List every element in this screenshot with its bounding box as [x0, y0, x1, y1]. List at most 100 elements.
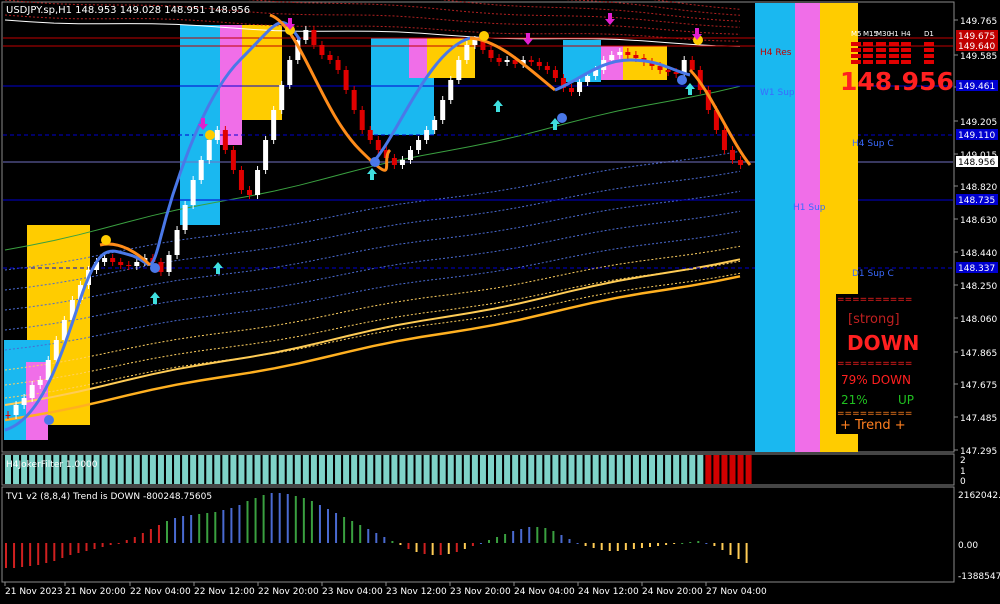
candle-body [230, 150, 236, 170]
candle-body [375, 140, 381, 150]
timeframe-bar [876, 42, 886, 46]
tv1-bar [689, 542, 692, 543]
candle-body [5, 415, 11, 416]
joker-bar [713, 455, 720, 484]
tv1-histogram [5, 493, 748, 568]
up-arrow [367, 168, 377, 180]
time-tick: 22 Nov 20:00 [258, 587, 319, 597]
joker-bar [310, 455, 317, 484]
tv1-bar [536, 527, 539, 543]
tv1-bar [222, 510, 225, 543]
joker-bar [496, 455, 503, 484]
tv1-bar [608, 543, 611, 551]
candle-body [13, 405, 19, 415]
joker-bar [431, 455, 438, 484]
tv1-tick: 0.00 [958, 541, 978, 551]
big-price: 148.956 [840, 67, 954, 96]
tv1-bar [133, 537, 136, 543]
candle-body [238, 170, 244, 190]
tv1-axis: 2162042.9 0.00 -1388547.1 [958, 491, 1000, 582]
joker-bar [640, 455, 647, 484]
timeframe-bar [924, 42, 934, 46]
joker-bar [375, 455, 382, 484]
trading-chart-window[interactable]: USDJPY.sp,H1 148.953 149.028 148.951 148… [0, 0, 1000, 600]
tv1-bar [713, 543, 716, 546]
timeframe-bar [901, 48, 911, 52]
tv1-bar [278, 493, 281, 543]
candle-body [536, 62, 542, 66]
tv1-bar [198, 514, 201, 543]
tv1-bar [93, 543, 96, 549]
joker-bar [576, 455, 583, 484]
level-tag: 149.640 [958, 42, 995, 52]
zone-box [409, 38, 427, 78]
tv1-bar [270, 493, 273, 543]
timeframe-bar [851, 42, 861, 46]
joker-bar [552, 455, 559, 484]
tv1-bar [520, 529, 523, 543]
joker-bar [600, 455, 607, 484]
joker-bar [190, 455, 197, 484]
timeframe-bars [851, 42, 934, 64]
direction-label: DOWN [847, 331, 919, 355]
tv1-bar [721, 543, 724, 550]
candle-body [464, 45, 470, 60]
joker-bar [504, 455, 511, 484]
bias-bar-pink [795, 3, 820, 452]
joker-tick: 1 [960, 467, 966, 477]
tv1-bar [254, 498, 257, 543]
joker-bar [568, 455, 575, 484]
joker-bar [665, 455, 672, 484]
lower-band [4, 272, 741, 399]
joker-bar [294, 455, 301, 484]
up-label: UP [898, 393, 914, 407]
signal-dot [370, 157, 380, 167]
candle-body [448, 80, 454, 100]
down-arrow [605, 13, 615, 25]
timeframe-bar [863, 48, 873, 52]
chart-canvas[interactable]: USDJPY.sp,H1 148.953 149.028 148.951 148… [0, 0, 1000, 600]
joker-bar [536, 455, 543, 484]
time-tick: 24 Nov 12:00 [578, 587, 639, 597]
time-tick: 21 Nov 20:00 [65, 587, 126, 597]
joker-tick: 2 [960, 456, 966, 466]
tv1-bar [190, 515, 193, 543]
tv1-bar [729, 543, 732, 555]
price-tick: 147.675 [960, 381, 997, 391]
joker-bar [262, 455, 269, 484]
time-tick: 23 Nov 12:00 [386, 587, 447, 597]
candle-body [319, 45, 325, 55]
joker-bar [198, 455, 205, 484]
time-tick: 22 Nov 12:00 [194, 587, 255, 597]
candle-body [625, 52, 631, 55]
tv1-bar [681, 543, 684, 544]
candle-body [456, 60, 462, 80]
zone-box [220, 25, 242, 145]
timeframe-m5: M5 [851, 30, 862, 38]
price-axis: 149.765149.585149.395149.205149.015148.8… [954, 17, 998, 457]
timeframe-bar [924, 48, 934, 52]
candle-body [335, 60, 341, 70]
candle-body [633, 55, 639, 58]
candle-body [247, 190, 252, 195]
timeframe-bar [851, 54, 861, 58]
joker-tick: 0 [960, 477, 966, 487]
time-tick: 24 Nov 20:00 [642, 587, 703, 597]
tv1-bar [5, 543, 7, 568]
joker-bar [649, 455, 655, 484]
joker-bar [721, 455, 728, 484]
candle-body [488, 50, 494, 58]
price-tick: 148.250 [960, 282, 997, 292]
tv1-bar [463, 543, 466, 549]
joker-bar [391, 455, 398, 484]
tv1-bar [415, 543, 418, 552]
joker-bar [351, 455, 358, 484]
candle-body [206, 140, 212, 160]
candle-body [424, 130, 430, 140]
tv1-bar [512, 531, 515, 543]
joker-bar [705, 455, 712, 484]
tv1-bar [286, 494, 289, 543]
up-arrow [685, 83, 695, 95]
tv1-bar [383, 537, 386, 543]
tv1-bar [600, 543, 603, 550]
